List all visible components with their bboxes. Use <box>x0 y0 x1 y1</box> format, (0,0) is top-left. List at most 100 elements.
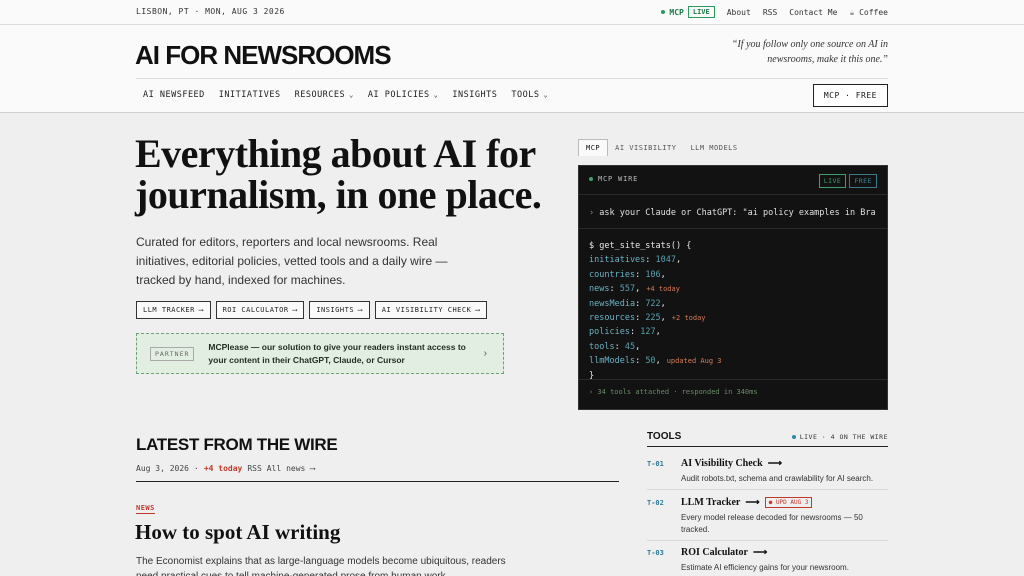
stat-line: countries: 106, <box>589 268 721 282</box>
divider <box>647 446 888 447</box>
tools-live-status: LIVE · 4 ON THE WIRE <box>791 433 888 441</box>
colon: : <box>609 284 620 295</box>
comma: , <box>660 313 666 324</box>
partner-badge: PARTNER <box>150 346 195 361</box>
stat-value: 557 <box>619 284 636 295</box>
mcp-label: MCP <box>669 7 684 17</box>
nav-tools[interactable]: TOOLS ⌄ <box>504 87 555 103</box>
mcp-status[interactable]: MCP LIVE <box>661 6 715 18</box>
stat-key: news <box>589 284 610 295</box>
stat-line: initiatives: 1047, <box>589 253 721 267</box>
chevron-down-icon: ⌄ <box>433 91 439 99</box>
hero-title: Everything about AI for journalism, in o… <box>135 131 542 217</box>
tool-name: LLM Tracker ⟶ ● UPD AUG 3 <box>681 497 813 508</box>
coffee-link[interactable]: ☕ Coffee <box>849 8 888 17</box>
partner-banner[interactable]: PARTNER MCPlease — our solution to give … <box>136 333 504 374</box>
dot-icon: ● <box>768 499 773 506</box>
nav-label: INITIATIVES <box>218 90 281 100</box>
colon: : <box>614 341 625 352</box>
stat-key: tools <box>589 341 615 352</box>
chip-label: ROI CALCULATOR <box>222 306 289 314</box>
stat-line: tools: 45, <box>589 340 721 354</box>
tab-ai-visibility[interactable]: AI VISIBILITY <box>608 140 683 156</box>
comma: , <box>660 298 666 309</box>
wire-title: LATEST FROM THE WIRE <box>136 435 338 454</box>
separator: · <box>193 464 199 473</box>
stat-line: news: 557, +4 today <box>589 282 721 296</box>
insights-button[interactable]: INSIGHTS ⟶ <box>309 301 370 319</box>
tab-llm-models[interactable]: LLM MODELS <box>683 140 744 156</box>
stat-value: 1047 <box>655 255 677 266</box>
contact-link[interactable]: Contact Me <box>789 8 837 17</box>
story-tag[interactable]: NEWS <box>136 504 155 514</box>
story-dek: The Economist explains that as large-lan… <box>136 556 506 576</box>
free-badge: FREE <box>849 174 877 188</box>
divider <box>136 78 888 79</box>
divider <box>579 228 887 229</box>
about-link[interactable]: About <box>727 8 751 17</box>
mcp-terminal: MCP WIRE LIVE FREE › ask your Claude or … <box>578 165 888 410</box>
comma: , <box>635 284 641 295</box>
today-count: +4 today <box>203 464 243 473</box>
prompt-text: ask your Claude or ChatGPT: "ai policy e… <box>599 208 876 218</box>
top-bar: LISBON, PT · MON, AUG 3 2026 MCP LIVE Ab… <box>0 0 1024 25</box>
chip-label: AI VISIBILITY CHECK <box>381 306 472 314</box>
all-news-link[interactable]: All news ⟶ <box>267 464 315 473</box>
arrow-right-icon: ⟶ <box>767 458 783 469</box>
code-call: $ get_site_stats() { <box>589 239 721 253</box>
terminal-footer: › 34 tools attached · responded in 340ms <box>589 388 758 396</box>
colon: : <box>635 356 646 367</box>
tool-number: T-03 <box>647 549 664 557</box>
stat-line: policies: 127, <box>589 325 721 339</box>
stat-note: updated Aug 3 <box>666 357 722 366</box>
chevron-right-icon: › <box>483 348 487 359</box>
terminal-tabs: MCP AI VISIBILITY LLM MODELS <box>578 139 745 156</box>
comma: , <box>655 327 661 338</box>
divider <box>136 481 619 482</box>
updated-badge-text: UPD AUG 3 <box>775 499 809 506</box>
stat-line: llmModels: 50, updated Aug 3 <box>589 354 721 368</box>
divider <box>579 194 887 195</box>
updated-badge: ● UPD AUG 3 <box>764 497 813 508</box>
nav-label: INSIGHTS <box>452 90 498 100</box>
rss-link[interactable]: RSS <box>763 8 777 17</box>
call-text: get_site_stats() { <box>599 241 692 251</box>
chip-label: LLM TRACKER <box>143 306 195 314</box>
wire-rss-link[interactable]: RSS <box>247 464 261 473</box>
colon: : <box>635 269 646 280</box>
arrow-right-icon: ⟶ <box>292 306 298 314</box>
stat-value: 127 <box>640 327 656 338</box>
chevron-down-icon: ⌄ <box>543 91 549 99</box>
nav-resources[interactable]: RESOURCES ⌄ <box>288 87 361 103</box>
ai-visibility-check-button[interactable]: AI VISIBILITY CHECK ⟶ <box>374 301 488 319</box>
site-logo[interactable]: AI FOR NEWSROOMS <box>135 40 392 71</box>
colon: : <box>635 313 646 324</box>
arrow-right-icon: ⟶ <box>475 306 481 314</box>
terminal-output: $ get_site_stats() { initiatives: 1047, c… <box>589 239 721 383</box>
stat-line: newsMedia: 722, <box>589 297 721 311</box>
nav-ai-policies[interactable]: AI POLICIES ⌄ <box>361 87 446 103</box>
nav-label: AI POLICIES <box>367 90 430 100</box>
coffee-icon: ☕ <box>849 7 855 17</box>
tab-mcp[interactable]: MCP <box>578 139 609 156</box>
tools-live-label: LIVE · 4 ON THE WIRE <box>799 433 888 441</box>
prompt-dollar-icon: $ <box>589 241 595 251</box>
tool-desc: Audit robots.txt, schema and crawlabilit… <box>681 474 874 483</box>
nav-ai-newsfeed[interactable]: AI NEWSFEED <box>136 87 212 103</box>
nav-initiatives[interactable]: INITIATIVES <box>212 87 288 103</box>
mcp-free-button[interactable]: MCP · FREE <box>812 84 888 107</box>
divider <box>579 379 887 380</box>
tool-desc: Estimate AI efficiency gains for your ne… <box>681 563 849 572</box>
llm-tracker-button[interactable]: LLM TRACKER ⟶ <box>136 301 211 319</box>
story-title[interactable]: How to spot AI writing <box>135 520 340 545</box>
terminal-prompt[interactable]: › ask your Claude or ChatGPT: "ai policy… <box>589 208 879 218</box>
nav-label: AI NEWSFEED <box>143 90 205 100</box>
tagline: “If you follow only one source on AI in … <box>731 39 888 65</box>
stat-key: llmModels <box>589 356 636 367</box>
nav-insights[interactable]: INSIGHTS <box>445 87 504 103</box>
roi-calculator-button[interactable]: ROI CALCULATOR ⟶ <box>215 301 305 319</box>
chip-label: INSIGHTS <box>316 306 355 314</box>
arrow-right-icon: ⟶ <box>358 306 363 314</box>
stat-line: resources: 225, +2 today <box>589 311 721 325</box>
tool-number: T-02 <box>647 499 664 507</box>
